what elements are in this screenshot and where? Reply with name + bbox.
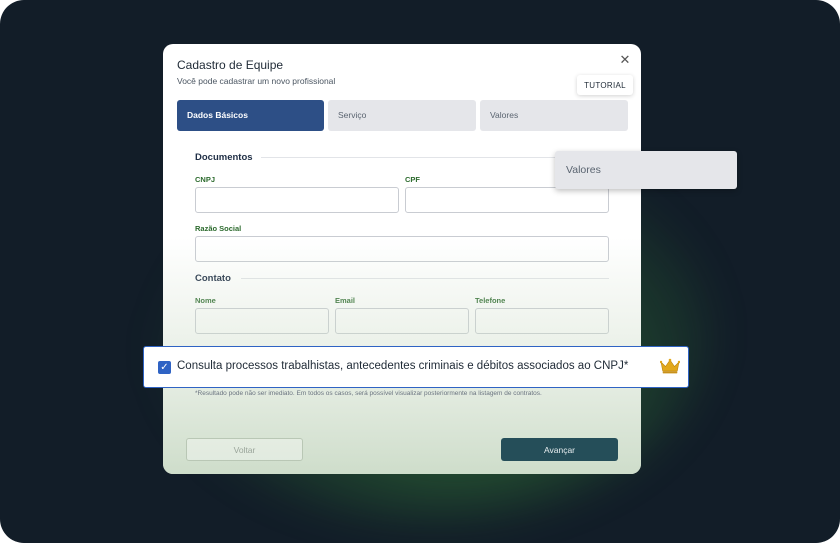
- next-button[interactable]: Avançar: [501, 438, 618, 461]
- crown-icon: [660, 358, 680, 374]
- tab-servico[interactable]: Serviço: [328, 100, 476, 131]
- telefone-input[interactable]: [475, 308, 609, 334]
- close-icon[interactable]: ✕: [617, 52, 633, 68]
- tab-valores[interactable]: Valores: [480, 100, 628, 131]
- nome-label: Nome: [195, 296, 216, 305]
- team-registration-modal: Cadastro de Equipe Você pode cadastrar u…: [163, 44, 641, 474]
- email-label: Email: [335, 296, 356, 305]
- modal-title: Cadastro de Equipe: [177, 58, 284, 72]
- email-input[interactable]: [335, 308, 469, 334]
- consent-checkbox[interactable]: ✓: [158, 361, 171, 374]
- telefone-label: Telefone: [475, 296, 506, 305]
- nome-input[interactable]: [195, 308, 329, 334]
- modal-subtitle: Você pode cadastrar um novo profissional: [177, 76, 336, 86]
- razao-social-input[interactable]: [195, 236, 609, 262]
- back-button[interactable]: Voltar: [186, 438, 303, 461]
- section-documentos-title: Documentos: [195, 152, 253, 163]
- tutorial-button[interactable]: TUTORIAL: [577, 75, 633, 95]
- consent-banner[interactable]: ✓ Consulta processos trabalhistas, antec…: [143, 346, 689, 388]
- footnote-text: *Resultado pode não ser imediato. Em tod…: [195, 390, 542, 397]
- razao-social-label: Razão Social: [195, 224, 242, 233]
- valores-tab-popup[interactable]: Valores: [555, 151, 737, 189]
- section-divider: [241, 278, 609, 279]
- tab-dados-basicos[interactable]: Dados Básicos: [177, 100, 324, 131]
- section-contato-title: Contato: [195, 273, 231, 284]
- cnpj-input[interactable]: [195, 187, 399, 213]
- cpf-label: CPF: [405, 175, 420, 184]
- consent-label: Consulta processos trabalhistas, anteced…: [177, 360, 629, 372]
- cnpj-label: CNPJ: [195, 175, 216, 184]
- cpf-input[interactable]: [405, 187, 609, 213]
- app-background: Cadastro de Equipe Você pode cadastrar u…: [0, 0, 840, 543]
